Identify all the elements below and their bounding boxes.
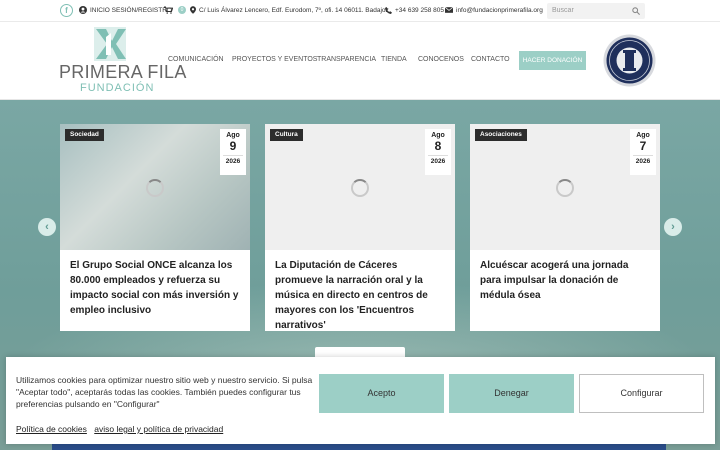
cart-link[interactable]: 0: [164, 0, 186, 22]
email-link[interactable]: info@fundacionprimerafila.org: [445, 0, 543, 22]
news-card[interactable]: Sociedad Ago 9 2026 El Grupo Social ONCE…: [60, 124, 250, 331]
date-badge: Ago 8 2026: [425, 129, 451, 175]
news-title[interactable]: Alcuéscar acogerá una jornada para impul…: [480, 258, 652, 303]
user-icon: [79, 6, 87, 15]
loading-spinner-icon: [146, 179, 164, 197]
top-bar: f INICIO SESIÓN/REGISTRO 0 C/ Luis Álvar…: [0, 0, 720, 22]
category-badge[interactable]: Sociedad: [65, 129, 104, 141]
deny-cookies-button[interactable]: Denegar: [449, 374, 574, 413]
date-month: Ago: [431, 132, 445, 139]
facebook-icon[interactable]: f: [60, 4, 73, 17]
email-text: info@fundacionprimerafila.org: [456, 7, 543, 14]
cart-count-badge: 0: [178, 6, 186, 15]
location-pin-icon: [190, 6, 196, 15]
loading-spinner-icon: [556, 179, 574, 197]
site-header: PRIMERA FILA FUNDACIÓN COMUNICACIÓN PROY…: [0, 22, 720, 100]
donate-button[interactable]: HACER DONACIÓN: [519, 51, 586, 70]
accept-cookies-button[interactable]: Acepto: [319, 374, 444, 413]
date-month: Ago: [636, 132, 650, 139]
date-day: 9: [229, 139, 237, 153]
news-title[interactable]: El Grupo Social ONCE alcanza los 80.000 …: [70, 258, 242, 318]
date-badge: Ago 9 2026: [220, 129, 246, 175]
date-year: 2026: [223, 155, 243, 165]
login-link[interactable]: INICIO SESIÓN/REGISTRO: [79, 0, 172, 22]
date-year: 2026: [633, 155, 653, 165]
date-day: 7: [639, 139, 647, 153]
brand-subtitle: FUNDACIÓN: [80, 82, 155, 94]
news-card[interactable]: Cultura Ago 8 2026 La Diputación de Cáce…: [265, 124, 455, 331]
nav-conocenos[interactable]: CONOCENOS: [418, 56, 464, 63]
category-badge[interactable]: Asociaciones: [475, 129, 527, 141]
cookie-banner: Utilizamos cookies para optimizar nuestr…: [6, 357, 715, 444]
brand-title[interactable]: PRIMERA FILA: [59, 62, 187, 83]
date-badge: Ago 7 2026: [630, 129, 656, 175]
nav-comunicacion[interactable]: COMUNICACIÓN: [168, 56, 224, 63]
date-month: Ago: [226, 132, 240, 139]
nav-transparencia[interactable]: TRANSPARENCIA: [317, 56, 376, 63]
search-icon[interactable]: [632, 7, 640, 15]
login-label: INICIO SESIÓN/REGISTRO: [90, 7, 172, 14]
search-input[interactable]: Buscar: [547, 3, 645, 19]
cookie-message: Utilizamos cookies para optimizar nuestr…: [16, 375, 313, 409]
cookie-links: Política de cookies aviso legal y políti…: [16, 424, 228, 434]
loading-spinner-icon: [351, 179, 369, 197]
slider-prev-icon[interactable]: ‹: [38, 218, 56, 236]
news-title[interactable]: La Diputación de Cáceres promueve la nar…: [275, 258, 447, 333]
address-text: C/ Luis Álvarez Lencero, Edf. Eurodom, 7…: [199, 7, 389, 14]
nav-tienda[interactable]: TIENDA: [381, 56, 407, 63]
configure-cookies-button[interactable]: Configurar: [579, 374, 704, 413]
category-badge[interactable]: Cultura: [270, 129, 303, 141]
slider-next-icon[interactable]: ›: [664, 218, 682, 236]
address-info: C/ Luis Álvarez Lencero, Edf. Eurodom, 7…: [190, 0, 389, 22]
phone-link[interactable]: +34 639 258 805: [385, 0, 444, 22]
nav-proyectos-eventos[interactable]: PROYECTOS Y EVENTOS: [232, 56, 317, 63]
phone-icon: [385, 6, 392, 14]
cart-icon: [164, 6, 173, 15]
quality-seal-icon[interactable]: [603, 34, 656, 87]
date-day: 8: [434, 139, 442, 153]
logo-icon[interactable]: [92, 27, 128, 61]
news-card[interactable]: Asociaciones Ago 7 2026 Alcuéscar acoger…: [470, 124, 660, 331]
cookie-policy-link[interactable]: Política de cookies: [16, 424, 87, 434]
date-year: 2026: [428, 155, 448, 165]
envelope-icon: [445, 7, 453, 14]
search-placeholder: Buscar: [552, 7, 574, 14]
phone-text: +34 639 258 805: [395, 7, 444, 14]
legal-privacy-link[interactable]: aviso legal y política de privacidad: [94, 424, 223, 434]
nav-contacto[interactable]: CONTACTO: [471, 56, 510, 63]
